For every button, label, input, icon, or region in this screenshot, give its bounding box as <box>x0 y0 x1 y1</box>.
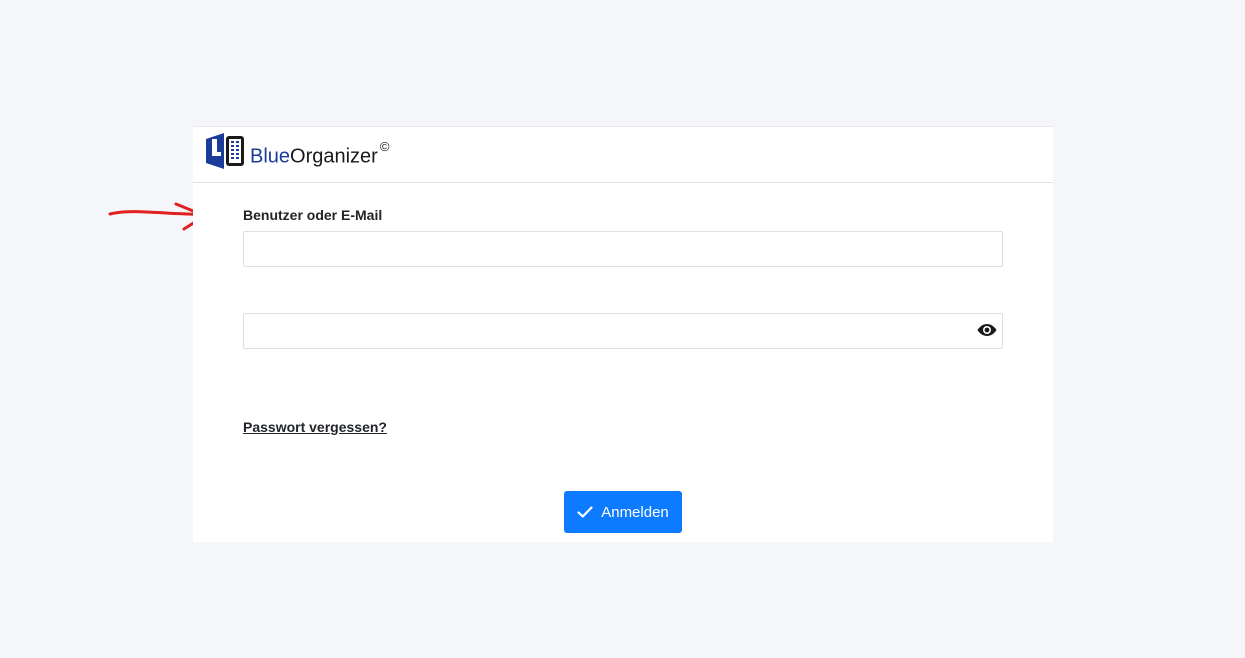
copyright-mark: © <box>379 139 390 154</box>
check-icon <box>577 506 593 518</box>
login-card: BlueOrganizer © Benutzer oder E-Mail Pass… <box>193 126 1053 542</box>
login-button[interactable]: Anmelden <box>564 491 682 533</box>
username-label: Benutzer oder E-Mail <box>243 207 383 223</box>
login-button-label: Anmelden <box>601 503 669 521</box>
logo-l-icon <box>206 133 244 169</box>
eye-icon[interactable] <box>977 322 997 338</box>
username-input[interactable] <box>243 231 1003 267</box>
forgot-password-link[interactable]: Passwort vergessen? <box>243 419 387 435</box>
brand-name-part1: Blue <box>250 145 291 168</box>
brand-name-part2: Organizer <box>290 145 378 168</box>
password-input[interactable] <box>243 313 1003 349</box>
card-header: BlueOrganizer © <box>193 127 1053 183</box>
brand-name: BlueOrganizer © <box>250 139 389 169</box>
